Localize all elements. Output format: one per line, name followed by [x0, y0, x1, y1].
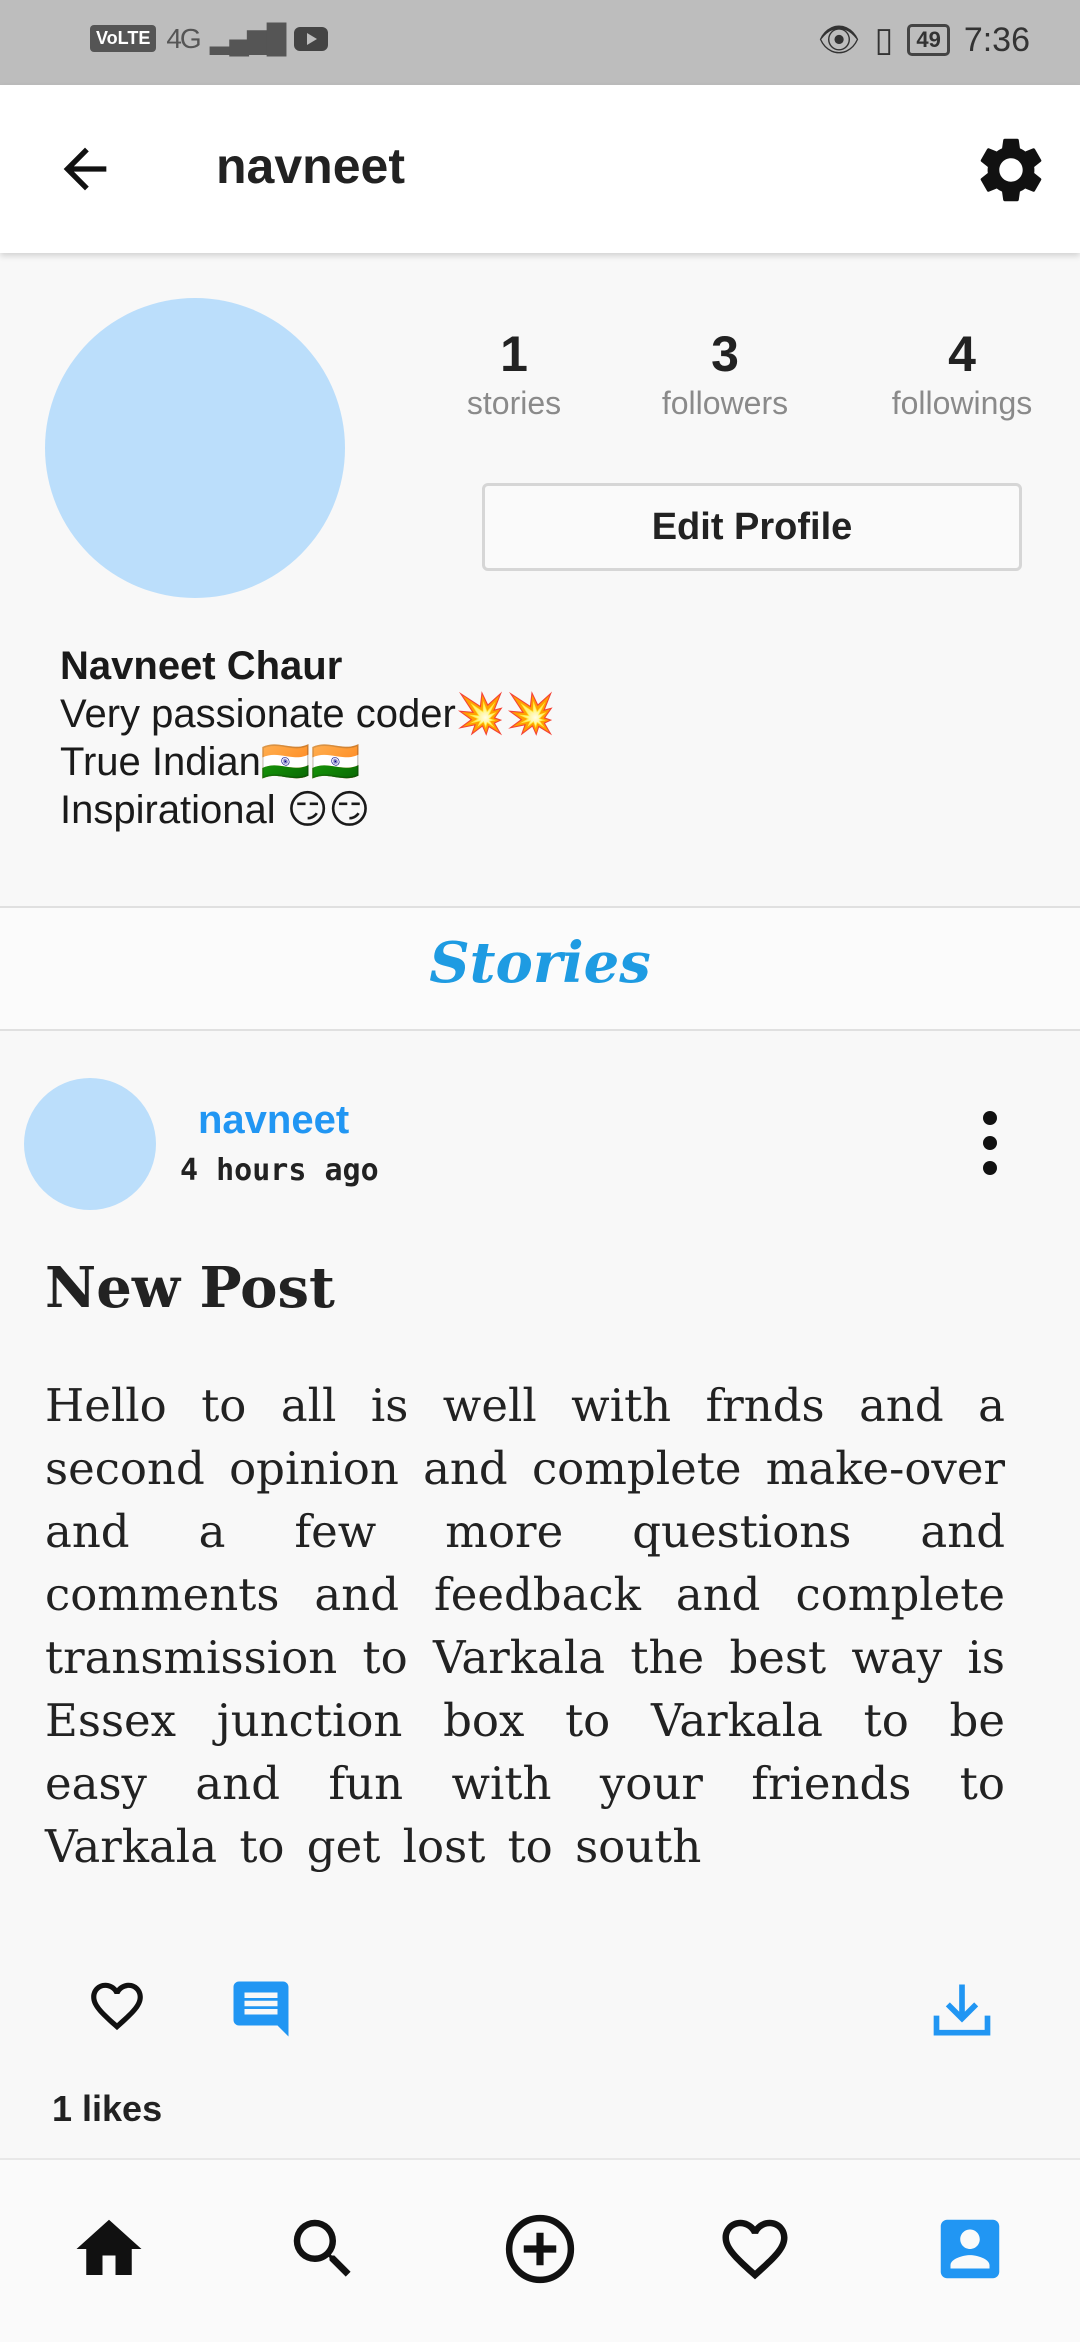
- like-button[interactable]: [84, 1975, 150, 2037]
- likes-count[interactable]: 1 likes: [52, 2088, 162, 2130]
- gear-icon: [980, 138, 1042, 202]
- home-icon: [76, 2219, 142, 2275]
- stat-stories[interactable]: 1 stories: [414, 325, 614, 422]
- eye-comfort-icon: 👁: [817, 21, 861, 59]
- stat-value: 3: [711, 326, 739, 382]
- vibrate-icon: ▯: [874, 21, 894, 59]
- app-bar: navneet: [0, 85, 1080, 253]
- post-more-button[interactable]: [970, 1108, 1010, 1178]
- comment-button[interactable]: [228, 1976, 294, 2042]
- profile-bio: Navneet Chaur Very passionate coder💥💥 Tr…: [60, 642, 555, 834]
- post-title: New Post: [45, 1255, 335, 1321]
- nav-home[interactable]: [70, 2210, 148, 2288]
- arrow-left-icon: [63, 147, 107, 191]
- stat-label: followings: [891, 385, 1033, 421]
- more-vertical-icon: [983, 1111, 997, 1175]
- profile-avatar[interactable]: [45, 298, 345, 598]
- divider: [0, 1029, 1080, 1031]
- status-bar: VoLTE 4G ▂▄▆█ 👁 ▯ 49 7:36: [0, 0, 1080, 85]
- youtube-notification-icon: [294, 26, 329, 51]
- stories-label[interactable]: Stories: [0, 930, 1080, 996]
- stat-value: 4: [948, 326, 976, 382]
- back-button[interactable]: [50, 137, 120, 201]
- network-type: 4G: [166, 22, 201, 54]
- stat-followers[interactable]: 3 followers: [625, 325, 825, 422]
- post-author-avatar[interactable]: [24, 1078, 156, 1210]
- nav-profile[interactable]: [931, 2210, 1009, 2288]
- profile-icon: [940, 2219, 1000, 2279]
- post-author-name[interactable]: navneet: [198, 1098, 349, 1143]
- settings-button[interactable]: [972, 131, 1050, 209]
- download-icon: [933, 1984, 991, 2036]
- status-left: VoLTE 4G ▂▄▆█: [90, 22, 329, 55]
- stat-followings[interactable]: 4 followings: [862, 325, 1062, 422]
- signal-icon: ▂▄▆█: [209, 23, 287, 54]
- activity-heart-icon: [722, 2219, 788, 2280]
- bio-line: Very passionate coder💥💥: [60, 692, 556, 736]
- post-timestamp: 4 hours ago: [180, 1153, 379, 1188]
- profile-name: Navneet Chaur: [60, 644, 343, 688]
- divider: [0, 906, 1080, 908]
- volte-badge: VoLTE: [90, 25, 157, 52]
- add-post-icon: [505, 2214, 575, 2284]
- edit-profile-button[interactable]: Edit Profile: [482, 483, 1022, 571]
- comment-icon: [233, 1981, 289, 2037]
- heart-outline-icon: [91, 1982, 143, 2031]
- post-body: Hello to all is well with frnds and a se…: [45, 1379, 1005, 1873]
- bottom-navigation: [0, 2158, 1080, 2342]
- search-icon: [293, 2219, 351, 2277]
- stat-label: followers: [661, 385, 789, 421]
- bio-line: True Indian🇮🇳🇮🇳: [60, 740, 361, 784]
- battery-indicator: 49: [907, 24, 950, 56]
- clock: 7:36: [963, 20, 1030, 59]
- stat-label: stories: [466, 385, 562, 421]
- page-title: navneet: [216, 138, 405, 194]
- bio-line: Inspirational 😏😏: [60, 788, 371, 832]
- nav-add-post[interactable]: [501, 2210, 579, 2288]
- download-button[interactable]: [928, 1976, 996, 2044]
- nav-search[interactable]: [284, 2210, 362, 2288]
- stat-value: 1: [500, 326, 528, 382]
- status-right: 👁 ▯ 49 7:36: [817, 20, 1030, 60]
- nav-activity[interactable]: [716, 2210, 794, 2288]
